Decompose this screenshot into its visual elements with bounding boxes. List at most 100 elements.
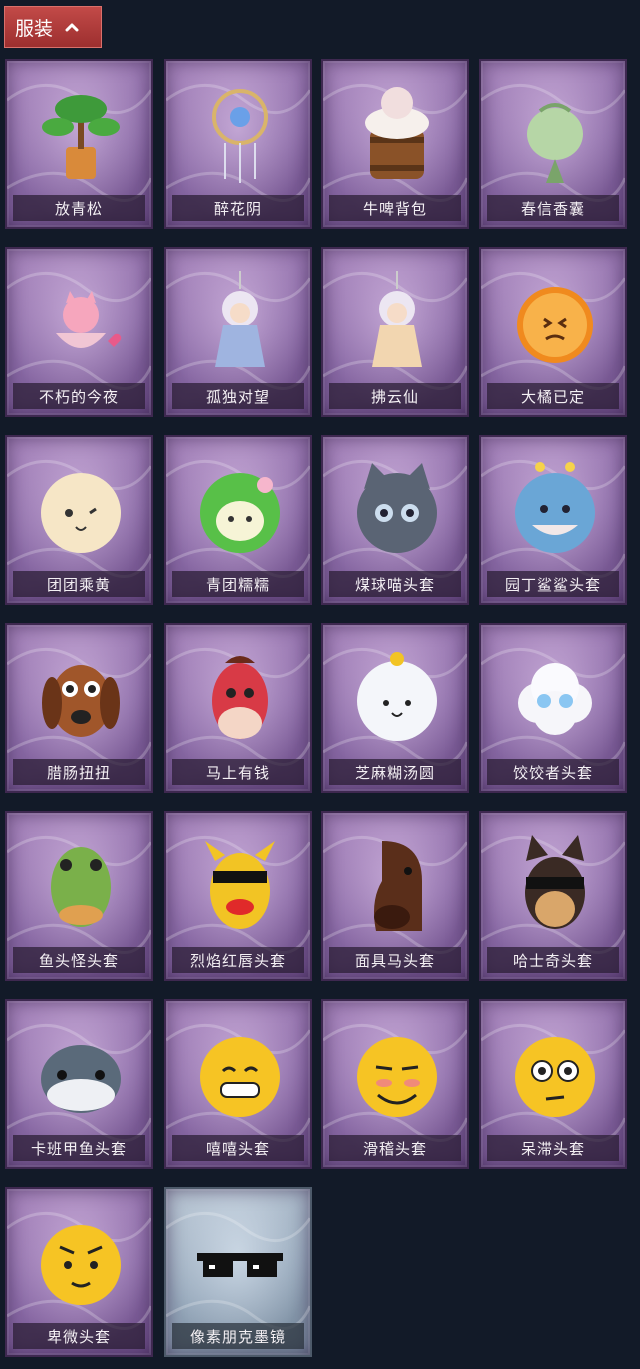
costume-item-card[interactable]: 烈焰红唇头套 (164, 811, 312, 981)
cream-bun-mask-icon (36, 455, 126, 565)
costume-item-card[interactable]: 哈士奇头套 (479, 811, 627, 981)
item-label-bar: 孤独对望 (172, 383, 304, 409)
item-name: 腊肠扭扭 (46, 763, 111, 782)
item-label-bar: 卑微头套 (13, 1323, 145, 1349)
item-name: 煤球喵头套 (354, 575, 435, 594)
costume-item-card[interactable]: 春信香囊 (479, 59, 627, 229)
item-label-bar: 团团乘黄 (13, 571, 145, 597)
smirk-emoji-mask-icon (352, 1019, 442, 1129)
costume-item-card[interactable]: 孤独对望 (164, 247, 312, 417)
dazed-emoji-mask-icon (510, 1019, 600, 1129)
item-label-bar: 牛啤背包 (329, 195, 461, 221)
item-name: 牛啤背包 (362, 199, 427, 218)
item-name: 春信香囊 (520, 199, 585, 218)
green-sachet-icon (510, 79, 600, 189)
grinning-emoji-mask-icon (195, 1019, 285, 1129)
costume-item-card[interactable]: 青团糯糯 (164, 435, 312, 605)
chevron-up-icon (63, 18, 81, 36)
item-label-bar: 烈焰红唇头套 (172, 947, 304, 973)
item-name: 面具马头套 (354, 951, 435, 970)
costume-item-card[interactable]: 腊肠扭扭 (5, 623, 153, 793)
costume-item-card[interactable]: 牛啤背包 (321, 59, 469, 229)
item-name: 鱼头怪头套 (38, 951, 119, 970)
item-name: 像素朋克墨镜 (189, 1327, 286, 1346)
fairy-doll-charm-icon (352, 267, 442, 377)
costume-item-card[interactable]: 面具马头套 (321, 811, 469, 981)
item-name: 不朽的今夜 (38, 387, 119, 406)
green-rice-ball-mask-icon (195, 455, 285, 565)
item-label-bar: 像素朋克墨镜 (172, 1323, 304, 1349)
costume-item-card[interactable]: 卑微头套 (5, 1187, 153, 1357)
item-name: 烈焰红唇头套 (189, 951, 286, 970)
item-label-bar: 腊肠扭扭 (13, 759, 145, 785)
item-name: 马上有钱 (205, 763, 270, 782)
item-name: 团团乘黄 (46, 575, 111, 594)
costume-item-card[interactable]: 醉花阴 (164, 59, 312, 229)
item-name: 拂云仙 (370, 387, 419, 406)
costume-item-card[interactable]: 团团乘黄 (5, 435, 153, 605)
costume-section-toggle[interactable]: 服装 (4, 6, 102, 48)
dreamcatcher-icon (195, 79, 285, 189)
item-name: 青团糯糯 (205, 575, 270, 594)
red-horse-mask-icon (195, 643, 285, 753)
item-name: 园丁鲨鲨头套 (504, 575, 601, 594)
costume-item-card[interactable]: 呆滞头套 (479, 999, 627, 1169)
item-label-bar: 春信香囊 (487, 195, 619, 221)
white-haired-doll-charm-icon (195, 267, 285, 377)
costume-item-card[interactable]: 鱼头怪头套 (5, 811, 153, 981)
item-label-bar: 不朽的今夜 (13, 383, 145, 409)
costume-item-card[interactable]: 大橘已定 (479, 247, 627, 417)
item-label-bar: 大橘已定 (487, 383, 619, 409)
item-name: 滑稽头套 (362, 1139, 427, 1158)
husky-sunglasses-mask-icon (510, 831, 600, 941)
gray-cat-mask-icon (352, 455, 442, 565)
costume-item-card[interactable]: 不朽的今夜 (5, 247, 153, 417)
item-name: 放青松 (54, 199, 103, 218)
item-name: 芝麻糊汤圆 (354, 763, 435, 782)
costume-item-card[interactable]: 饺饺者头套 (479, 623, 627, 793)
horse-head-mask-icon (352, 831, 442, 941)
item-label-bar: 园丁鲨鲨头套 (487, 571, 619, 597)
fish-blob-mask-icon (36, 1019, 126, 1129)
item-label-bar: 芝麻糊汤圆 (329, 759, 461, 785)
item-name: 卑微头套 (46, 1327, 111, 1346)
item-label-bar: 嘻嘻头套 (172, 1135, 304, 1161)
yellow-red-lips-mask-icon (195, 831, 285, 941)
item-label-bar: 拂云仙 (329, 383, 461, 409)
costume-item-card[interactable]: 煤球喵头套 (321, 435, 469, 605)
item-label-bar: 呆滞头套 (487, 1135, 619, 1161)
costume-item-card[interactable]: 滑稽头套 (321, 999, 469, 1169)
pixel-sunglasses-icon (195, 1207, 285, 1317)
item-label-bar: 面具马头套 (329, 947, 461, 973)
costume-item-card[interactable]: 放青松 (5, 59, 153, 229)
item-name: 醉花阴 (213, 199, 262, 218)
costume-item-card[interactable]: 像素朋克墨镜 (164, 1187, 312, 1357)
costume-item-card[interactable]: 芝麻糊汤圆 (321, 623, 469, 793)
item-label-bar: 放青松 (13, 195, 145, 221)
bonsai-pine-icon (36, 79, 126, 189)
item-label-bar: 煤球喵头套 (329, 571, 461, 597)
costume-item-card[interactable]: 嘻嘻头套 (164, 999, 312, 1169)
orange-slice-icon (510, 267, 600, 377)
item-name: 大橘已定 (520, 387, 585, 406)
costume-item-card[interactable]: 园丁鲨鲨头套 (479, 435, 627, 605)
fish-head-mask-icon (36, 831, 126, 941)
item-label-bar: 滑稽头套 (329, 1135, 461, 1161)
costume-item-card[interactable]: 卡班甲鱼头套 (5, 999, 153, 1169)
item-label-bar: 饺饺者头套 (487, 759, 619, 785)
item-name: 卡班甲鱼头套 (30, 1139, 127, 1158)
item-label-bar: 醉花阴 (172, 195, 304, 221)
item-label-bar: 卡班甲鱼头套 (13, 1135, 145, 1161)
cloud-dumpling-mask-icon (510, 643, 600, 753)
item-label-bar: 青团糯糯 (172, 571, 304, 597)
costume-item-card[interactable]: 马上有钱 (164, 623, 312, 793)
item-label-bar: 哈士奇头套 (487, 947, 619, 973)
item-name: 饺饺者头套 (512, 763, 593, 782)
item-name: 孤独对望 (205, 387, 270, 406)
pink-cat-bowl-charm-icon (36, 267, 126, 377)
item-label-bar: 马上有钱 (172, 759, 304, 785)
costume-item-card[interactable]: 拂云仙 (321, 247, 469, 417)
item-name: 哈士奇头套 (512, 951, 593, 970)
section-title: 服装 (15, 17, 54, 40)
item-name: 嘻嘻头套 (205, 1139, 270, 1158)
